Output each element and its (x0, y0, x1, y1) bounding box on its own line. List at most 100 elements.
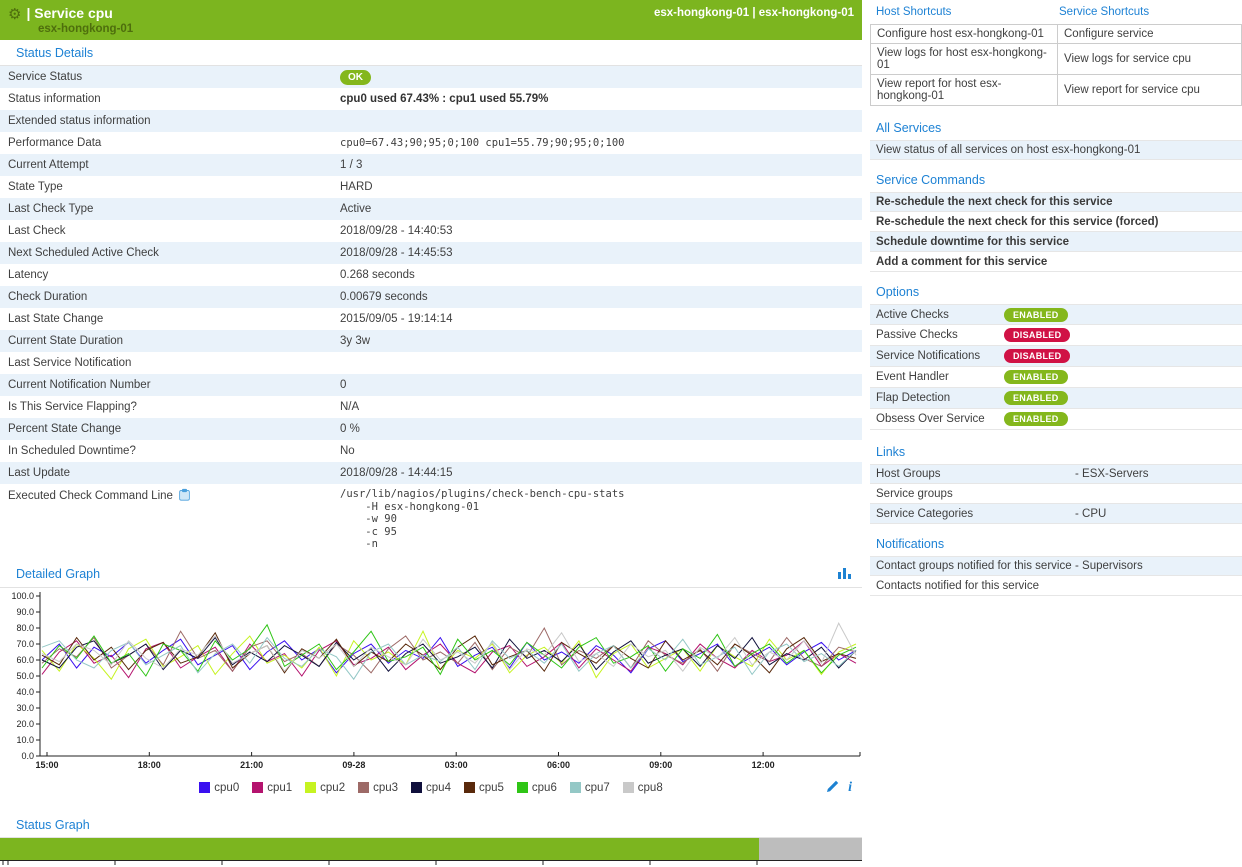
status-row-value: N/A (340, 401, 862, 413)
status-row-value: No (340, 445, 862, 457)
option-row[interactable]: Service NotificationsDISABLED (870, 346, 1242, 367)
status-row-value: OK (340, 70, 862, 85)
shortcut-link[interactable]: Configure host esx-hongkong-01 (871, 25, 1058, 44)
status-row-label: Next Scheduled Active Check (8, 247, 340, 259)
legend-label: cpu7 (585, 782, 610, 794)
option-label: Obsess Over Service (876, 413, 1004, 425)
status-row-label: Last Service Notification (8, 357, 340, 369)
status-row-label: Current Attempt (8, 159, 340, 171)
link-row[interactable]: Service Categories- CPU (870, 504, 1242, 524)
status-row-label: Performance Data (8, 137, 340, 149)
status-row: Is This Service Flapping?N/A (0, 396, 862, 418)
notification-row[interactable]: Contacts notified for this service (870, 576, 1242, 596)
status-row: Last Update2018/09/28 - 14:44:15 (0, 462, 862, 484)
service-command-link[interactable]: Re-schedule the next check for this serv… (870, 212, 1242, 232)
page-title: | Service cpu (26, 5, 112, 21)
legend-label: cpu6 (532, 782, 557, 794)
host-subtitle-link[interactable]: esx-hongkong-01 (38, 23, 854, 35)
link-row-label: Service groups (876, 488, 1075, 500)
shortcut-row: View logs for host esx-hongkong-01View l… (871, 44, 1242, 75)
edit-graph-icon[interactable] (827, 780, 839, 795)
service-command-link[interactable]: Add a comment for this service (870, 252, 1242, 272)
notification-row[interactable]: Contact groups notified for this service… (870, 556, 1242, 576)
status-row-value: /usr/lib/nagios/plugins/check-bench-cpu-… (340, 488, 862, 551)
option-label: Event Handler (876, 371, 1004, 383)
shortcut-link[interactable]: View logs for service cpu (1058, 44, 1242, 75)
status-row: Last Check TypeActive (0, 198, 862, 220)
option-row[interactable]: Obsess Over ServiceENABLED (870, 409, 1242, 430)
option-label: Service Notifications (876, 350, 1004, 362)
option-enabled-badge[interactable]: ENABLED (1004, 370, 1068, 384)
status-row-value: 0.00679 seconds (340, 291, 862, 303)
svg-text:0.0: 0.0 (21, 751, 34, 761)
link-row-label: Service Categories (876, 508, 1075, 520)
status-row-value: 0.268 seconds (340, 269, 862, 281)
host-shortcuts-link[interactable]: Host Shortcuts (876, 6, 1059, 18)
svg-text:09-28: 09-28 (342, 760, 365, 770)
status-row-value: cpu0 used 67.43% : cpu1 used 55.79% (340, 93, 862, 105)
all-services-list: View status of all services on host esx-… (870, 140, 1242, 160)
option-enabled-badge[interactable]: ENABLED (1004, 412, 1068, 426)
status-row-value: Active (340, 203, 862, 215)
option-enabled-badge[interactable]: ENABLED (1004, 308, 1068, 322)
status-graph-heading: Status Graph (0, 812, 862, 838)
notifications-heading: Notifications (870, 532, 1242, 556)
clipboard-icon[interactable] (178, 488, 191, 504)
link-row[interactable]: Host Groups- ESX-Servers (870, 464, 1242, 484)
status-row-label: Percent State Change (8, 423, 340, 435)
service-shortcuts-link[interactable]: Service Shortcuts (1059, 6, 1242, 18)
shortcut-link[interactable]: View report for host esx-hongkong-01 (871, 75, 1058, 106)
option-disabled-badge[interactable]: DISABLED (1004, 349, 1070, 363)
shortcut-link[interactable]: View logs for host esx-hongkong-01 (871, 44, 1058, 75)
link-row[interactable]: Service groups (870, 484, 1242, 504)
option-row[interactable]: Event HandlerENABLED (870, 367, 1242, 388)
legend-item: cpu7 (570, 782, 610, 794)
status-details-table: Service StatusOKStatus informationcpu0 u… (0, 66, 862, 557)
status-row: Current Attempt1 / 3 (0, 154, 862, 176)
legend-label: cpu0 (214, 782, 239, 794)
all-services-link[interactable]: View status of all services on host esx-… (870, 140, 1242, 160)
svg-text:03:00: 03:00 (445, 760, 468, 770)
chart-legend-row: cpu0cpu1cpu2cpu3cpu4cpu5cpu6cpu7cpu8 i (0, 778, 862, 798)
legend-label: cpu4 (426, 782, 451, 794)
option-row[interactable]: Active ChecksENABLED (870, 304, 1242, 325)
option-disabled-badge[interactable]: DISABLED (1004, 328, 1070, 342)
info-icon[interactable]: i (848, 780, 852, 796)
status-row-value: 2018/09/28 - 14:45:53 (340, 247, 862, 259)
shortcuts-table: Configure host esx-hongkong-01Configure … (870, 24, 1242, 106)
status-row-label: Extended status information (8, 115, 340, 127)
svg-text:100.0: 100.0 (11, 591, 34, 601)
legend-label: cpu5 (479, 782, 504, 794)
option-row[interactable]: Flap DetectionENABLED (870, 388, 1242, 409)
status-row-label: Service Status (8, 71, 340, 83)
link-row-label: Host Groups (876, 468, 1075, 480)
status-row-label: Last Update (8, 467, 340, 479)
svg-text:60.0: 60.0 (16, 655, 34, 665)
status-row-value: 2018/09/28 - 14:40:53 (340, 225, 862, 237)
service-header: ⚙ | Service cpu esx-hongkong-01 esx-hongk… (0, 0, 862, 40)
legend-label: cpu1 (267, 782, 292, 794)
option-enabled-badge[interactable]: ENABLED (1004, 391, 1068, 405)
status-details-heading: Status Details (0, 40, 862, 66)
legend-item: cpu6 (517, 782, 557, 794)
links-heading: Links (870, 440, 1242, 464)
shortcut-link[interactable]: View report for service cpu (1058, 75, 1242, 106)
gear-icon[interactable]: ⚙ (8, 6, 21, 23)
svg-text:12:00: 12:00 (752, 760, 775, 770)
service-detail-page: ⚙ | Service cpu esx-hongkong-01 esx-hongk… (0, 0, 1242, 867)
service-command-link[interactable]: Schedule downtime for this service (870, 232, 1242, 252)
legend-swatch (305, 782, 316, 793)
main-column: ⚙ | Service cpu esx-hongkong-01 esx-hongk… (0, 0, 862, 867)
service-command-link[interactable]: Re-schedule the next check for this serv… (870, 192, 1242, 212)
header-host-links[interactable]: esx-hongkong-01 | esx-hongkong-01 (654, 7, 854, 19)
status-row: Last Check2018/09/28 - 14:40:53 (0, 220, 862, 242)
notifications-list: Contact groups notified for this service… (870, 556, 1242, 596)
option-row[interactable]: Passive ChecksDISABLED (870, 325, 1242, 346)
shortcut-link[interactable]: Configure service (1058, 25, 1242, 44)
status-row-value: 2015/09/05 - 19:14:14 (340, 313, 862, 325)
legend-swatch (252, 782, 263, 793)
svg-text:70.0: 70.0 (16, 639, 34, 649)
bar-chart-icon[interactable] (838, 567, 852, 582)
status-row: Executed Check Command Line/usr/lib/nagi… (0, 484, 862, 557)
options-list: Active ChecksENABLEDPassive ChecksDISABL… (870, 304, 1242, 430)
